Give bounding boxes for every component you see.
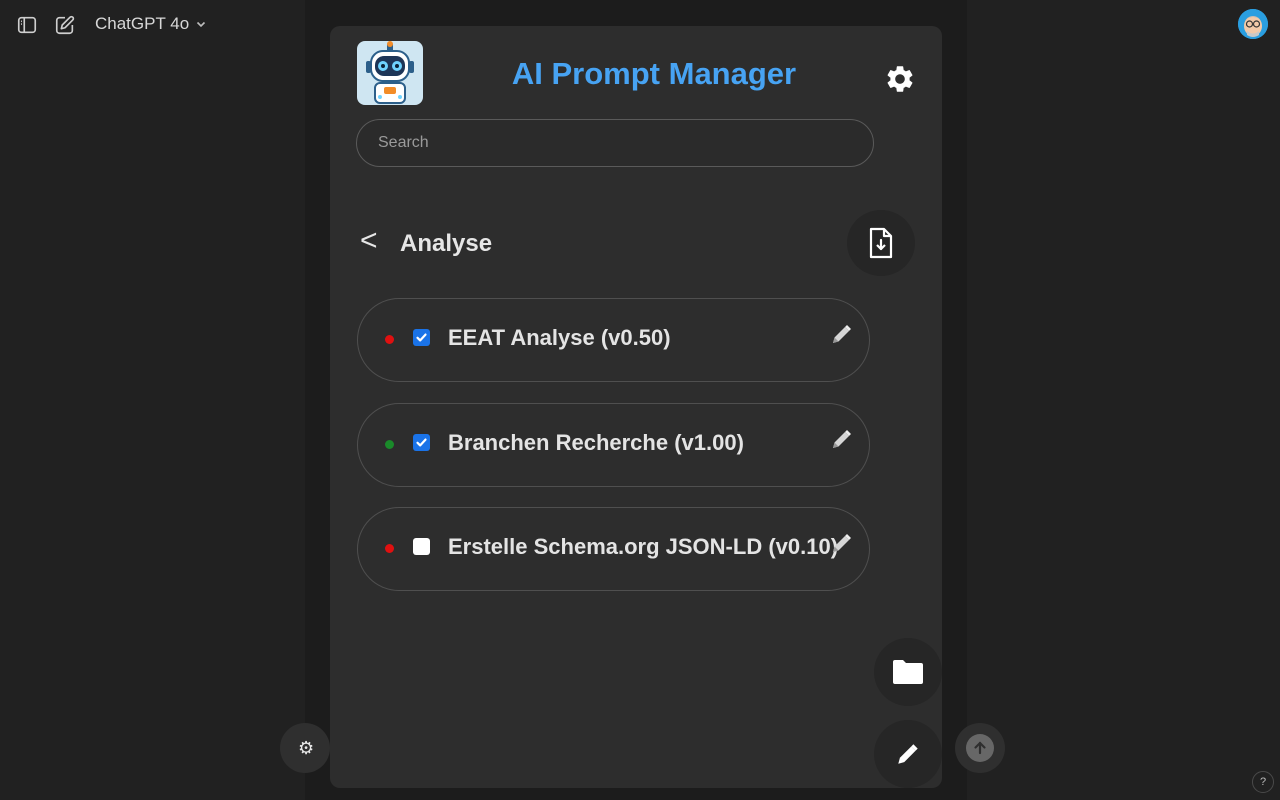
chevron-down-icon xyxy=(197,21,206,28)
settings-gear-icon[interactable] xyxy=(884,63,916,95)
pencil-icon[interactable] xyxy=(828,531,854,557)
robot-logo-icon xyxy=(357,41,423,105)
folder-title: Analyse xyxy=(400,230,493,257)
composer-right xyxy=(955,723,1005,773)
help-button[interactable]: ? xyxy=(1252,771,1274,793)
prompt-item[interactable]: Branchen Recherche (v1.00) xyxy=(357,403,870,487)
user-avatar[interactable] xyxy=(1238,9,1268,39)
search-input[interactable] xyxy=(356,119,874,167)
send-button[interactable] xyxy=(966,734,994,762)
prompt-checkbox[interactable] xyxy=(413,538,430,555)
model-label: ChatGPT 4o xyxy=(95,14,190,33)
file-download-icon xyxy=(869,227,893,259)
arrow-up-icon xyxy=(974,741,986,755)
prompt-item[interactable]: EEAT Analyse (v0.50) xyxy=(357,298,870,382)
prompt-checkbox[interactable] xyxy=(413,434,430,451)
status-dot xyxy=(385,544,394,553)
folder-icon xyxy=(893,660,923,684)
back-button[interactable]: < xyxy=(360,224,378,258)
panel-title: AI Prompt Manager xyxy=(511,56,797,91)
pencil-icon[interactable] xyxy=(828,322,854,348)
attach-icon: ⚙ xyxy=(298,738,315,758)
status-dot xyxy=(385,335,394,344)
attach-button[interactable]: ⚙ xyxy=(280,723,330,773)
folder-button[interactable] xyxy=(874,638,942,706)
prompt-label: EEAT Analyse (v0.50) xyxy=(448,325,671,350)
export-button[interactable] xyxy=(847,210,915,276)
prompt-manager-panel: AI Prompt Manager < Analyse EEAT Analyse… xyxy=(330,26,942,788)
prompt-checkbox[interactable] xyxy=(413,329,430,346)
prompt-item[interactable]: Erstelle Schema.org JSON-LD (v0.10) xyxy=(357,507,870,591)
new-prompt-button[interactable] xyxy=(874,720,942,788)
prompt-label: Erstelle Schema.org JSON-LD (v0.10) xyxy=(448,534,839,559)
prompt-label: Branchen Recherche (v1.00) xyxy=(448,430,744,455)
sidebar-toggle-icon[interactable] xyxy=(15,13,39,37)
new-chat-icon[interactable] xyxy=(53,13,77,37)
pencil-icon[interactable] xyxy=(828,427,854,453)
model-switcher[interactable]: ChatGPT 4o xyxy=(95,14,207,34)
status-dot xyxy=(385,440,394,449)
help-icon: ? xyxy=(1259,776,1267,788)
pencil-icon xyxy=(898,744,918,764)
